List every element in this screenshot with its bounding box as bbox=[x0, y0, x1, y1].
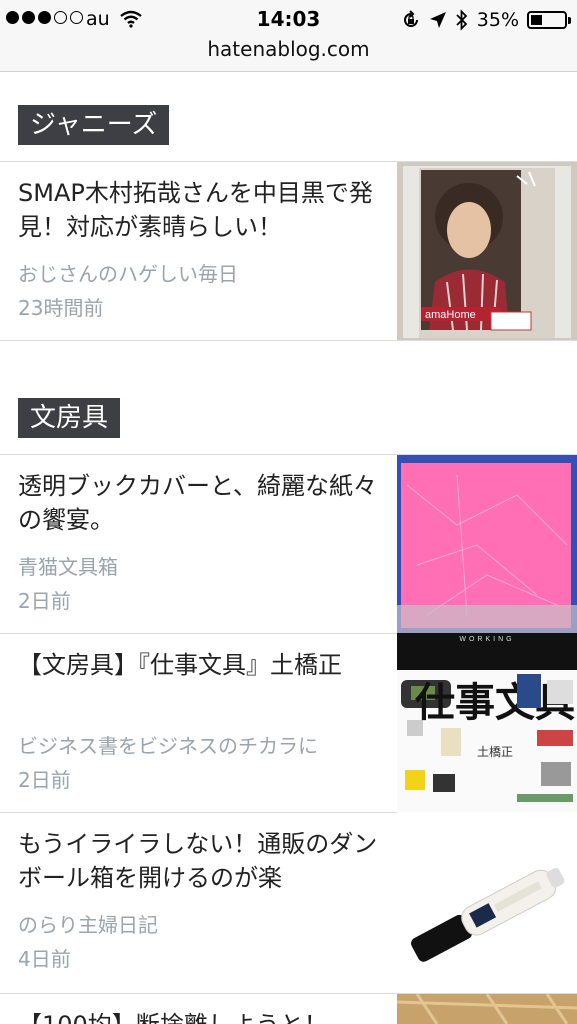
article-title[interactable]: 透明ブックカバーと、綺麗な紙々の饗宴。 bbox=[18, 469, 378, 537]
address-bar[interactable]: hatenablog.com bbox=[0, 37, 577, 61]
rotation-lock-icon bbox=[403, 10, 418, 27]
article-thumbnail[interactable] bbox=[397, 813, 577, 993]
article-source: のらり主婦日記 bbox=[18, 913, 158, 937]
article-time: 2日前 bbox=[18, 589, 71, 613]
article-thumbnail[interactable] bbox=[397, 994, 577, 1024]
article-title[interactable]: 【文房具】『仕事文具』土橋正 bbox=[18, 648, 378, 682]
section-header-johnnys[interactable]: ジャニーズ bbox=[18, 105, 170, 145]
article-card[interactable]: 【文房具】『仕事文具』土橋正 ビジネス書をビジネスのチカラに 2日前 仕事文具 … bbox=[0, 634, 577, 812]
article-card[interactable]: 【100均】断捨離しようと！ bbox=[0, 994, 577, 1024]
article-card[interactable]: SMAP木村拓哉さんを中目黒で発見！対応が素晴らしい！ おじさんのハゲしい毎日 … bbox=[0, 162, 577, 340]
status-bar: au 14:03 35% hatenablog.com bbox=[0, 0, 577, 72]
article-time: 4日前 bbox=[18, 947, 71, 971]
article-time: 2日前 bbox=[18, 768, 71, 792]
article-title[interactable]: SMAP木村拓哉さんを中目黒で発見！対応が素晴らしい！ bbox=[18, 176, 378, 244]
thumbnail-caption: amaHome bbox=[425, 309, 476, 321]
article-thumbnail[interactable]: 仕事文具 土橋正 bbox=[397, 670, 577, 812]
article-title[interactable]: 【100均】断捨離しようと！ bbox=[18, 1008, 378, 1024]
article-source: 青猫文具箱 bbox=[18, 555, 118, 579]
article-source: おじさんのハゲしい毎日 bbox=[18, 262, 238, 286]
article-card[interactable]: 透明ブックカバーと、綺麗な紙々の饗宴。 青猫文具箱 2日前 WORKING bbox=[0, 455, 577, 670]
battery-icon bbox=[527, 11, 571, 29]
article-card[interactable]: もうイライラしない！通販のダンボール箱を開けるのが楽 のらり主婦日記 4日前 bbox=[0, 813, 577, 993]
location-icon bbox=[429, 12, 446, 28]
article-thumbnail[interactable]: amaHome bbox=[397, 162, 577, 340]
battery-percent: 35% bbox=[476, 9, 519, 31]
article-title[interactable]: もうイライラしない！通販のダンボール箱を開けるのが楽 bbox=[18, 827, 378, 895]
thumbnail-author: 土橋正 bbox=[477, 745, 513, 759]
section-header-stationery[interactable]: 文房具 bbox=[18, 398, 121, 438]
article-source: ビジネス書をビジネスのチカラに bbox=[18, 734, 318, 758]
article-time: 23時間前 bbox=[18, 296, 104, 320]
bluetooth-icon bbox=[456, 9, 468, 31]
